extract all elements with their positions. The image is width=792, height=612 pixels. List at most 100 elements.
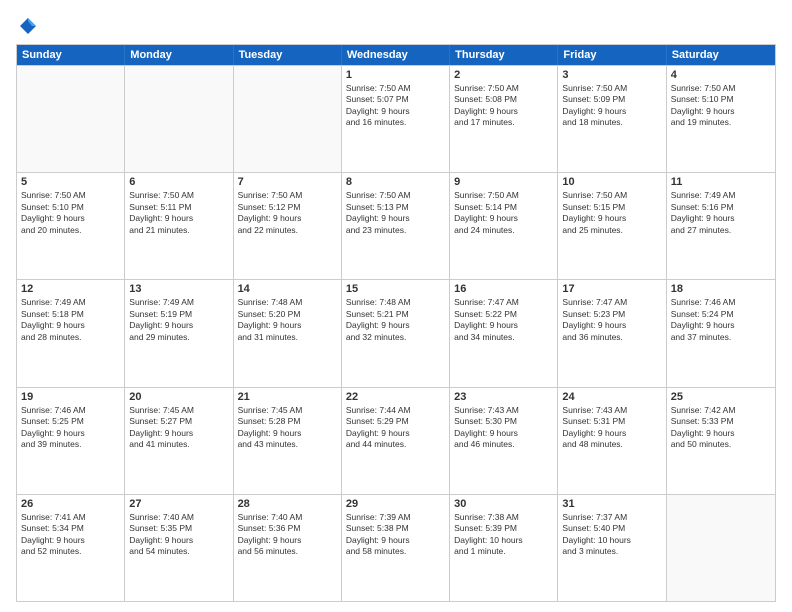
day-info: Sunrise: 7:50 AM Sunset: 5:07 PM Dayligh… bbox=[346, 83, 445, 129]
day-info: Sunrise: 7:40 AM Sunset: 5:36 PM Dayligh… bbox=[238, 512, 337, 558]
day-info: Sunrise: 7:42 AM Sunset: 5:33 PM Dayligh… bbox=[671, 405, 771, 451]
day-number: 24 bbox=[562, 391, 661, 403]
day-number: 4 bbox=[671, 69, 771, 81]
day-info: Sunrise: 7:38 AM Sunset: 5:39 PM Dayligh… bbox=[454, 512, 553, 558]
logo-icon bbox=[18, 16, 38, 36]
day-number: 28 bbox=[238, 498, 337, 510]
calendar-cell-3-1: 20 Sunrise: 7:45 AM Sunset: 5:27 PM Dayli… bbox=[125, 388, 233, 494]
day-info: Sunrise: 7:50 AM Sunset: 5:10 PM Dayligh… bbox=[21, 190, 120, 236]
day-info: Sunrise: 7:47 AM Sunset: 5:23 PM Dayligh… bbox=[562, 297, 661, 343]
day-number: 27 bbox=[129, 498, 228, 510]
calendar-cell-3-4: 23 Sunrise: 7:43 AM Sunset: 5:30 PM Dayli… bbox=[450, 388, 558, 494]
calendar-header: Sunday Monday Tuesday Wednesday Thursday… bbox=[17, 45, 775, 65]
calendar-cell-0-1 bbox=[125, 66, 233, 172]
day-number: 17 bbox=[562, 283, 661, 295]
calendar-cell-4-0: 26 Sunrise: 7:41 AM Sunset: 5:34 PM Dayli… bbox=[17, 495, 125, 601]
logo bbox=[16, 16, 38, 36]
day-info: Sunrise: 7:45 AM Sunset: 5:27 PM Dayligh… bbox=[129, 405, 228, 451]
day-number: 23 bbox=[454, 391, 553, 403]
day-info: Sunrise: 7:49 AM Sunset: 5:19 PM Dayligh… bbox=[129, 297, 228, 343]
day-info: Sunrise: 7:46 AM Sunset: 5:24 PM Dayligh… bbox=[671, 297, 771, 343]
calendar-row-3: 12 Sunrise: 7:49 AM Sunset: 5:18 PM Dayli… bbox=[17, 279, 775, 386]
day-number: 29 bbox=[346, 498, 445, 510]
day-number: 3 bbox=[562, 69, 661, 81]
day-info: Sunrise: 7:50 AM Sunset: 5:12 PM Dayligh… bbox=[238, 190, 337, 236]
day-number: 2 bbox=[454, 69, 553, 81]
day-number: 5 bbox=[21, 176, 120, 188]
day-number: 14 bbox=[238, 283, 337, 295]
weekday-saturday: Saturday bbox=[667, 45, 775, 65]
day-number: 12 bbox=[21, 283, 120, 295]
day-info: Sunrise: 7:50 AM Sunset: 5:15 PM Dayligh… bbox=[562, 190, 661, 236]
day-info: Sunrise: 7:48 AM Sunset: 5:21 PM Dayligh… bbox=[346, 297, 445, 343]
day-info: Sunrise: 7:48 AM Sunset: 5:20 PM Dayligh… bbox=[238, 297, 337, 343]
day-number: 6 bbox=[129, 176, 228, 188]
day-info: Sunrise: 7:50 AM Sunset: 5:14 PM Dayligh… bbox=[454, 190, 553, 236]
calendar-cell-1-2: 7 Sunrise: 7:50 AM Sunset: 5:12 PM Daylig… bbox=[234, 173, 342, 279]
day-number: 21 bbox=[238, 391, 337, 403]
day-info: Sunrise: 7:39 AM Sunset: 5:38 PM Dayligh… bbox=[346, 512, 445, 558]
day-number: 16 bbox=[454, 283, 553, 295]
day-info: Sunrise: 7:43 AM Sunset: 5:30 PM Dayligh… bbox=[454, 405, 553, 451]
day-info: Sunrise: 7:50 AM Sunset: 5:09 PM Dayligh… bbox=[562, 83, 661, 129]
day-info: Sunrise: 7:49 AM Sunset: 5:16 PM Dayligh… bbox=[671, 190, 771, 236]
calendar-cell-4-1: 27 Sunrise: 7:40 AM Sunset: 5:35 PM Dayli… bbox=[125, 495, 233, 601]
day-number: 7 bbox=[238, 176, 337, 188]
calendar-cell-2-6: 18 Sunrise: 7:46 AM Sunset: 5:24 PM Dayli… bbox=[667, 280, 775, 386]
day-info: Sunrise: 7:41 AM Sunset: 5:34 PM Dayligh… bbox=[21, 512, 120, 558]
day-number: 11 bbox=[671, 176, 771, 188]
weekday-friday: Friday bbox=[558, 45, 666, 65]
calendar-cell-4-6 bbox=[667, 495, 775, 601]
day-number: 25 bbox=[671, 391, 771, 403]
calendar-cell-1-4: 9Sunrise: 7:50 AM Sunset: 5:14 PM Daylig… bbox=[450, 173, 558, 279]
page: Sunday Monday Tuesday Wednesday Thursday… bbox=[0, 0, 792, 612]
day-number: 1 bbox=[346, 69, 445, 81]
calendar-cell-3-6: 25 Sunrise: 7:42 AM Sunset: 5:33 PM Dayli… bbox=[667, 388, 775, 494]
day-info: Sunrise: 7:45 AM Sunset: 5:28 PM Dayligh… bbox=[238, 405, 337, 451]
calendar-cell-2-2: 14 Sunrise: 7:48 AM Sunset: 5:20 PM Dayli… bbox=[234, 280, 342, 386]
day-number: 20 bbox=[129, 391, 228, 403]
calendar-cell-1-0: 5 Sunrise: 7:50 AM Sunset: 5:10 PM Daylig… bbox=[17, 173, 125, 279]
header bbox=[16, 16, 776, 36]
day-info: Sunrise: 7:49 AM Sunset: 5:18 PM Dayligh… bbox=[21, 297, 120, 343]
calendar-row-2: 5 Sunrise: 7:50 AM Sunset: 5:10 PM Daylig… bbox=[17, 172, 775, 279]
calendar-cell-3-5: 24 Sunrise: 7:43 AM Sunset: 5:31 PM Dayli… bbox=[558, 388, 666, 494]
day-number: 26 bbox=[21, 498, 120, 510]
weekday-tuesday: Tuesday bbox=[234, 45, 342, 65]
day-number: 31 bbox=[562, 498, 661, 510]
calendar-cell-4-2: 28 Sunrise: 7:40 AM Sunset: 5:36 PM Dayli… bbox=[234, 495, 342, 601]
day-info: Sunrise: 7:37 AM Sunset: 5:40 PM Dayligh… bbox=[562, 512, 661, 558]
calendar-cell-2-4: 16 Sunrise: 7:47 AM Sunset: 5:22 PM Dayli… bbox=[450, 280, 558, 386]
day-info: Sunrise: 7:47 AM Sunset: 5:22 PM Dayligh… bbox=[454, 297, 553, 343]
day-number: 30 bbox=[454, 498, 553, 510]
calendar-cell-0-0 bbox=[17, 66, 125, 172]
calendar-cell-2-5: 17 Sunrise: 7:47 AM Sunset: 5:23 PM Dayli… bbox=[558, 280, 666, 386]
calendar-cell-1-6: 11 Sunrise: 7:49 AM Sunset: 5:16 PM Dayli… bbox=[667, 173, 775, 279]
calendar-cell-1-5: 10Sunrise: 7:50 AM Sunset: 5:15 PM Dayli… bbox=[558, 173, 666, 279]
day-number: 15 bbox=[346, 283, 445, 295]
calendar-cell-0-5: 3 Sunrise: 7:50 AM Sunset: 5:09 PM Daylig… bbox=[558, 66, 666, 172]
day-info: Sunrise: 7:40 AM Sunset: 5:35 PM Dayligh… bbox=[129, 512, 228, 558]
calendar-cell-2-1: 13Sunrise: 7:49 AM Sunset: 5:19 PM Dayli… bbox=[125, 280, 233, 386]
calendar-cell-4-5: 31 Sunrise: 7:37 AM Sunset: 5:40 PM Dayli… bbox=[558, 495, 666, 601]
weekday-monday: Monday bbox=[125, 45, 233, 65]
day-number: 18 bbox=[671, 283, 771, 295]
day-number: 19 bbox=[21, 391, 120, 403]
calendar-cell-0-4: 2Sunrise: 7:50 AM Sunset: 5:08 PM Daylig… bbox=[450, 66, 558, 172]
calendar-cell-3-2: 21 Sunrise: 7:45 AM Sunset: 5:28 PM Dayli… bbox=[234, 388, 342, 494]
calendar: Sunday Monday Tuesday Wednesday Thursday… bbox=[16, 44, 776, 602]
calendar-cell-0-3: 1 Sunrise: 7:50 AM Sunset: 5:07 PM Daylig… bbox=[342, 66, 450, 172]
weekday-wednesday: Wednesday bbox=[342, 45, 450, 65]
calendar-row-4: 19Sunrise: 7:46 AM Sunset: 5:25 PM Dayli… bbox=[17, 387, 775, 494]
calendar-cell-2-0: 12 Sunrise: 7:49 AM Sunset: 5:18 PM Dayli… bbox=[17, 280, 125, 386]
calendar-cell-3-0: 19Sunrise: 7:46 AM Sunset: 5:25 PM Dayli… bbox=[17, 388, 125, 494]
day-info: Sunrise: 7:50 AM Sunset: 5:10 PM Dayligh… bbox=[671, 83, 771, 129]
calendar-cell-0-6: 4 Sunrise: 7:50 AM Sunset: 5:10 PM Daylig… bbox=[667, 66, 775, 172]
calendar-row-5: 26 Sunrise: 7:41 AM Sunset: 5:34 PM Dayli… bbox=[17, 494, 775, 601]
day-number: 22 bbox=[346, 391, 445, 403]
day-info: Sunrise: 7:43 AM Sunset: 5:31 PM Dayligh… bbox=[562, 405, 661, 451]
calendar-cell-1-3: 8Sunrise: 7:50 AM Sunset: 5:13 PM Daylig… bbox=[342, 173, 450, 279]
calendar-cell-0-2 bbox=[234, 66, 342, 172]
calendar-cell-1-1: 6 Sunrise: 7:50 AM Sunset: 5:11 PM Daylig… bbox=[125, 173, 233, 279]
day-info: Sunrise: 7:50 AM Sunset: 5:11 PM Dayligh… bbox=[129, 190, 228, 236]
